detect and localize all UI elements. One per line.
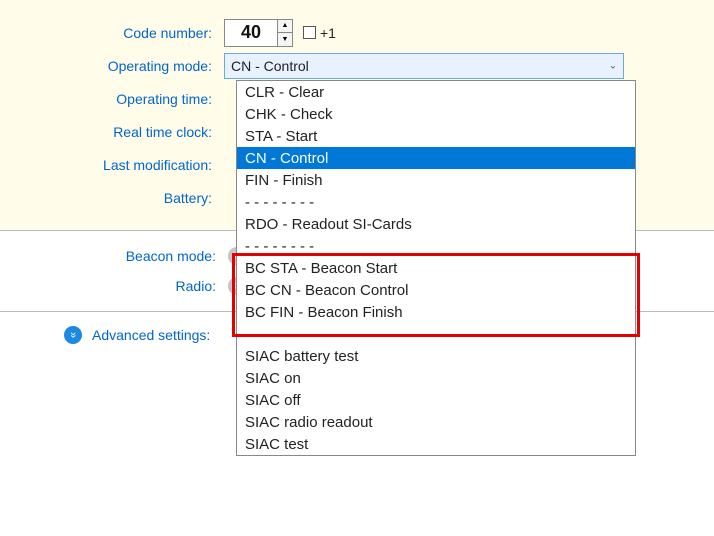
label-battery: Battery:	[24, 190, 224, 206]
label-code-number: Code number:	[24, 25, 224, 41]
dropdown-option[interactable]: CHK - Check	[237, 103, 635, 125]
dropdown-option[interactable]: CLR - Clear	[237, 81, 635, 103]
operating-mode-selected: CN - Control	[231, 58, 309, 74]
dropdown-option[interactable]: BC FIN - Beacon Finish	[237, 301, 635, 323]
dropdown-option[interactable]: - - - - - - - -	[237, 323, 635, 345]
code-number-spinner[interactable]: ▲ ▼	[277, 19, 293, 47]
dropdown-option[interactable]: - - - - - - - -	[237, 235, 635, 257]
dropdown-option[interactable]: BC STA - Beacon Start	[237, 257, 635, 279]
dropdown-option[interactable]: STA - Start	[237, 125, 635, 147]
dropdown-option[interactable]: FIN - Finish	[237, 169, 635, 191]
label-advanced-settings: Advanced settings:	[92, 327, 210, 343]
operating-mode-select[interactable]: CN - Control ⌄	[224, 53, 624, 79]
label-operating-time: Operating time:	[24, 91, 224, 107]
plus-one-checkbox[interactable]	[303, 26, 316, 39]
spinner-up[interactable]: ▲	[278, 20, 292, 34]
spinner-down[interactable]: ▼	[278, 33, 292, 46]
label-last-modification: Last modification:	[24, 157, 224, 173]
label-beacon-mode: Beacon mode:	[24, 248, 224, 264]
chevron-down-icon: ⌄	[609, 60, 617, 71]
dropdown-option[interactable]: BC CN - Beacon Control	[237, 279, 635, 301]
dropdown-option[interactable]: SIAC radio readout	[237, 411, 635, 433]
dropdown-option[interactable]: SIAC on	[237, 367, 635, 389]
dropdown-option[interactable]: - - - - - - - -	[237, 191, 635, 213]
plus-one-label: +1	[320, 25, 336, 41]
chevron-icon[interactable]: »	[64, 326, 82, 344]
label-real-time-clock: Real time clock:	[24, 124, 224, 140]
dropdown-option[interactable]: CN - Control	[237, 147, 635, 169]
dropdown-option[interactable]: RDO - Readout SI-Cards	[237, 213, 635, 235]
dropdown-option[interactable]: SIAC off	[237, 389, 635, 411]
dropdown-option[interactable]: SIAC battery test	[237, 345, 635, 367]
label-operating-mode: Operating mode:	[24, 58, 224, 74]
operating-mode-dropdown[interactable]: CLR - ClearCHK - CheckSTA - StartCN - Co…	[236, 80, 636, 456]
dropdown-option[interactable]: SIAC test	[237, 433, 635, 455]
label-radio: Radio:	[24, 278, 224, 294]
code-number-input[interactable]: 40	[224, 19, 278, 47]
